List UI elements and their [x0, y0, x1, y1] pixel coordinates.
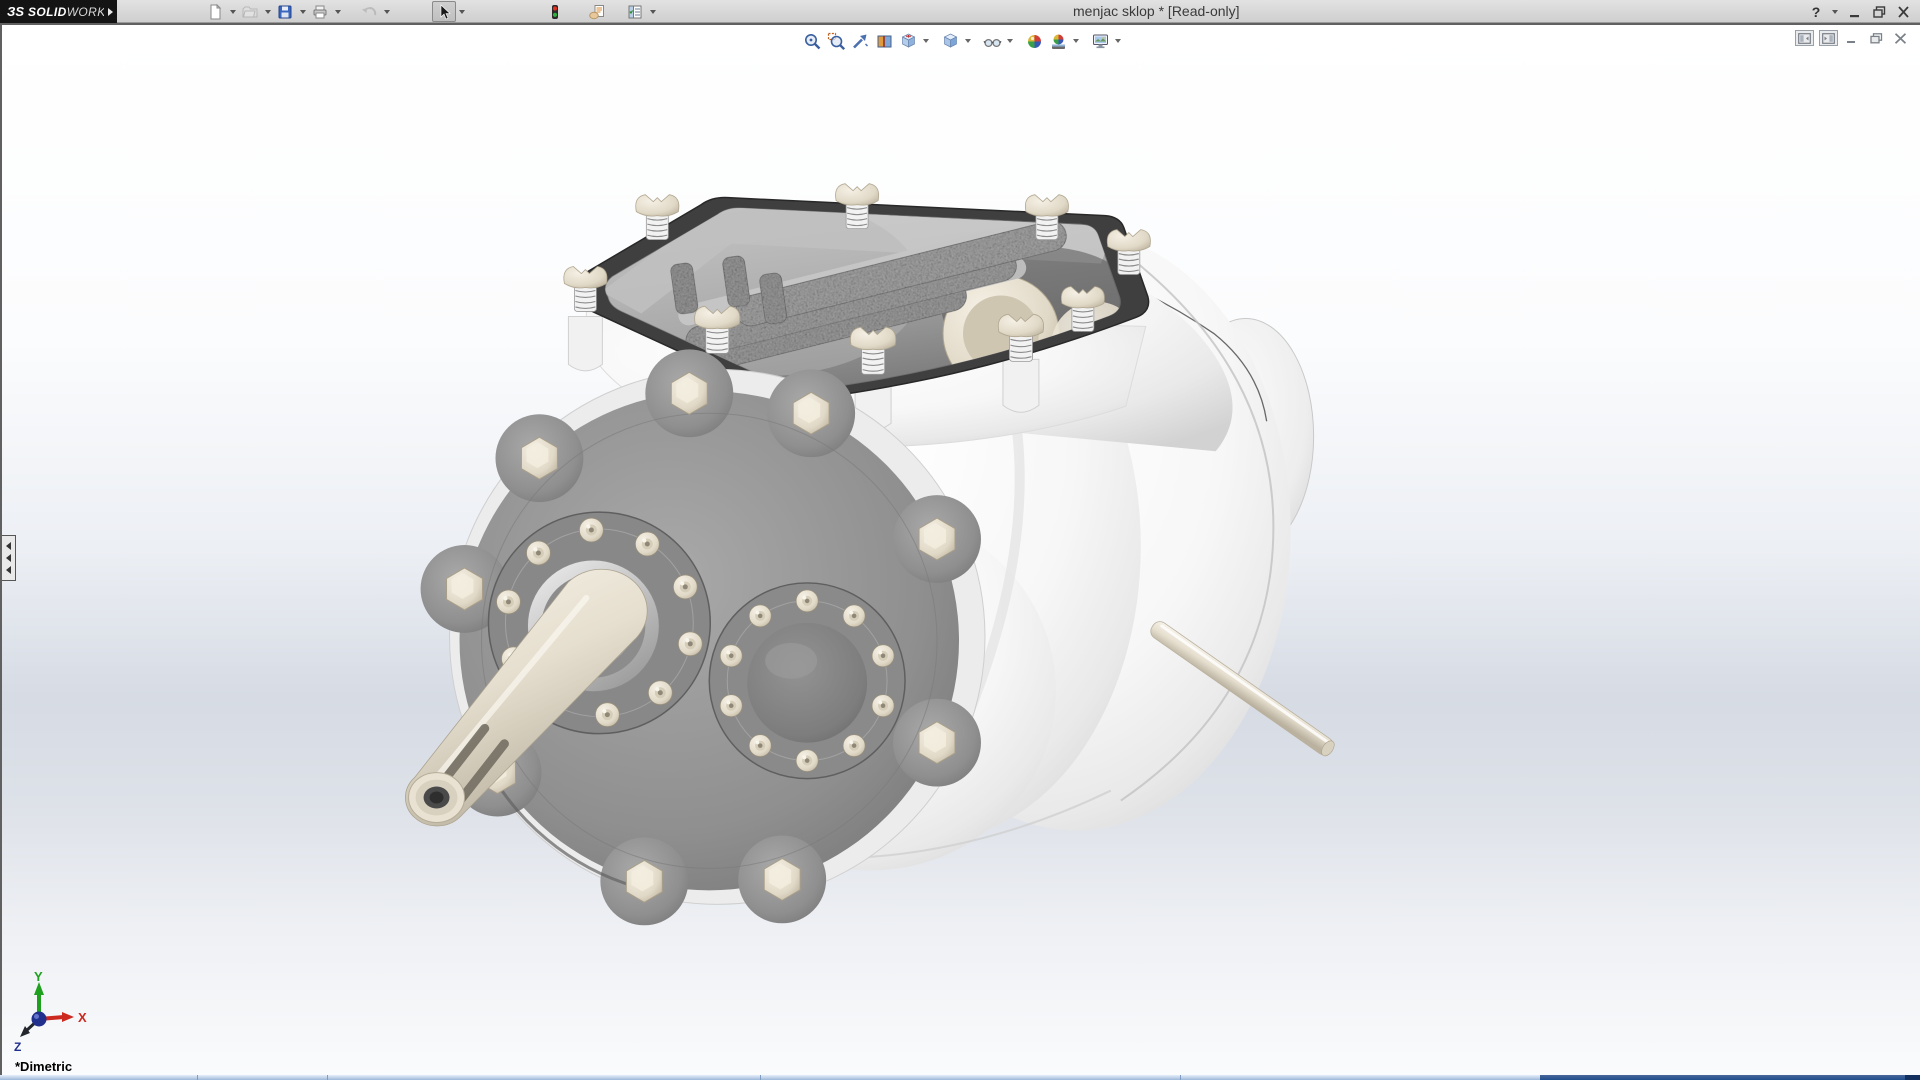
close-icon	[1894, 33, 1907, 44]
new-document-button[interactable]	[203, 1, 227, 22]
help-button[interactable]: ?	[1809, 4, 1823, 20]
view-arrow-icon	[851, 32, 870, 51]
taskbar-endcap	[1905, 1075, 1920, 1080]
select-cursor-icon	[436, 4, 452, 20]
magnifier-area-icon	[827, 32, 846, 51]
color-sphere-icon	[1025, 32, 1044, 51]
ds-logo-mark: ЗS	[7, 4, 24, 19]
new-dropdown[interactable]	[227, 1, 238, 22]
gearbox-3d-model[interactable]	[2, 25, 1920, 1075]
stoplight-button[interactable]	[543, 1, 567, 22]
close-icon	[1897, 6, 1910, 18]
left-arrow-icon	[6, 542, 11, 550]
help-dropdown[interactable]	[1829, 1, 1840, 22]
view-settings-dropdown[interactable]	[1112, 29, 1124, 53]
taskbar-strip[interactable]	[0, 1075, 1920, 1080]
triad-y-label: Y	[34, 969, 43, 984]
options-button[interactable]	[623, 1, 647, 22]
zoom-to-area-button[interactable]	[824, 29, 848, 53]
magnifier-icon	[803, 32, 822, 51]
select-dropdown[interactable]	[456, 1, 467, 22]
graphics-area[interactable]: Y X Z *Dimetric	[0, 23, 1920, 1075]
minimize-icon	[1849, 6, 1862, 18]
taskbar-tray	[1540, 1075, 1905, 1080]
select-button[interactable]	[432, 1, 456, 22]
minimize-icon	[1846, 33, 1859, 44]
restore-icon	[1870, 33, 1883, 44]
view-orientation-label: *Dimetric	[15, 1059, 72, 1074]
display-style-dropdown[interactable]	[962, 29, 974, 53]
section-view-button[interactable]	[872, 29, 896, 53]
reference-triad: Y X Z	[6, 967, 106, 1057]
undo-button[interactable]	[357, 1, 381, 22]
solidworks-window: ЗSSOLIDWORKS	[0, 0, 1920, 1080]
restore-button[interactable]	[1870, 4, 1888, 20]
save-button[interactable]	[273, 1, 297, 22]
open-document-button[interactable]	[238, 1, 262, 22]
undo-arrow-icon	[361, 4, 377, 20]
triad-z-label: Z	[14, 1040, 21, 1054]
collapse-pane-right-button[interactable]	[1819, 30, 1838, 46]
bearing-cover-right	[709, 583, 905, 779]
titlebar: ЗSSOLIDWORKS	[0, 0, 1920, 23]
view-settings-button[interactable]	[1088, 29, 1112, 53]
close-button[interactable]	[1894, 4, 1912, 20]
save-dropdown[interactable]	[297, 1, 308, 22]
printer-icon	[312, 4, 328, 20]
window-title: menjac sklop * [Read-only]	[1073, 0, 1240, 23]
view-orientation-button[interactable]	[896, 29, 920, 53]
main-toolbar	[203, 0, 658, 23]
hand-document-icon	[589, 4, 605, 20]
minimize-button[interactable]	[1846, 4, 1864, 20]
previous-view-button[interactable]	[848, 29, 872, 53]
open-folder-icon	[242, 4, 258, 20]
doc-close-button[interactable]	[1891, 30, 1910, 46]
view-orientation-dropdown[interactable]	[920, 29, 932, 53]
options-checklist-icon	[627, 4, 643, 20]
restore-icon	[1873, 6, 1886, 18]
print-dropdown[interactable]	[332, 1, 343, 22]
doc-restore-button[interactable]	[1867, 30, 1886, 46]
monitor-icon	[1091, 32, 1110, 51]
properties-button[interactable]	[585, 1, 609, 22]
open-dropdown[interactable]	[262, 1, 273, 22]
left-arrow-icon	[6, 566, 11, 574]
scene-sphere-icon	[1049, 32, 1068, 51]
collapse-pane-left-button[interactable]	[1795, 30, 1814, 46]
new-document-icon	[207, 4, 223, 20]
triad-x-label: X	[78, 1010, 87, 1025]
hide-show-items-button[interactable]	[980, 29, 1004, 53]
options-dropdown[interactable]	[647, 1, 658, 22]
print-button[interactable]	[308, 1, 332, 22]
apply-scene-button[interactable]	[1046, 29, 1070, 53]
hide-show-items-dropdown[interactable]	[1004, 29, 1016, 53]
edit-appearance-button[interactable]	[1022, 29, 1046, 53]
left-arrow-icon	[6, 554, 11, 562]
zoom-to-fit-button[interactable]	[800, 29, 824, 53]
undo-dropdown[interactable]	[381, 1, 392, 22]
pane-right-icon	[1822, 33, 1835, 44]
traffic-light-icon	[547, 4, 563, 20]
right-arrow-icon	[108, 8, 113, 16]
document-window-controls	[1795, 30, 1910, 46]
save-floppy-icon	[277, 4, 293, 20]
orientation-cube-icon	[899, 32, 918, 51]
featuremanager-collapsed-tab[interactable]	[2, 535, 16, 581]
app-window-controls: ?	[1809, 0, 1912, 23]
shaded-cube-icon	[941, 32, 960, 51]
solidworks-logo: ЗSSOLIDWORKS	[0, 0, 104, 23]
menu-expand-arrow[interactable]	[104, 0, 117, 23]
headsup-view-toolbar	[800, 29, 1124, 53]
doc-minimize-button[interactable]	[1843, 30, 1862, 46]
eyeglasses-icon	[983, 32, 1002, 51]
section-cube-icon	[875, 32, 894, 51]
apply-scene-dropdown[interactable]	[1070, 29, 1082, 53]
pane-left-icon	[1798, 33, 1811, 44]
display-style-button[interactable]	[938, 29, 962, 53]
